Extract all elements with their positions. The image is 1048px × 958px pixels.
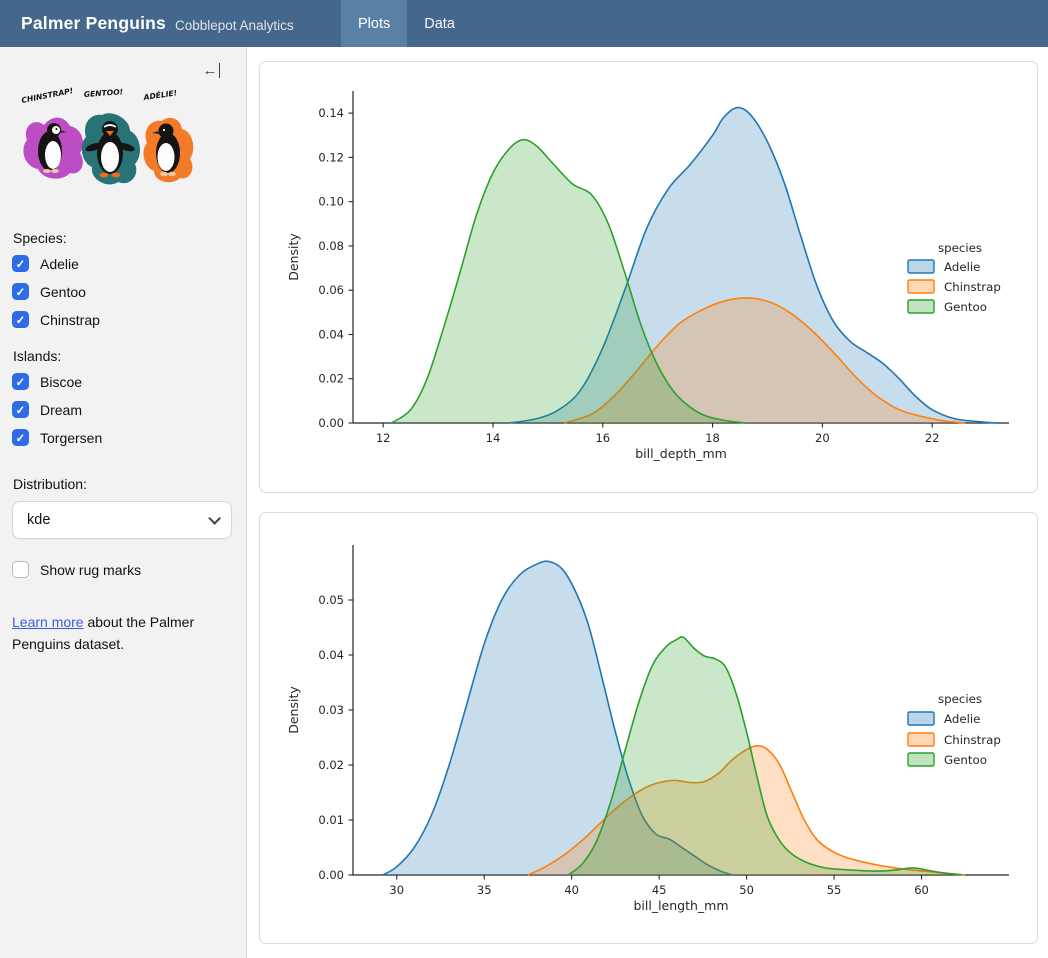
svg-text:30: 30 <box>389 883 404 897</box>
gentoo-art-label: GENTOO! <box>84 87 124 99</box>
tab-data-label: Data <box>424 16 455 32</box>
main-content: 0.00 0.02 0.04 0.06 0.08 0.10 0.12 0.14 12 14 16 18… <box>247 47 1048 958</box>
svg-text:22: 22 <box>925 431 940 445</box>
tab-data[interactable]: Data <box>407 0 472 47</box>
checkbox-label: Biscoe <box>40 374 82 390</box>
svg-text:50: 50 <box>739 883 754 897</box>
distribution-section-label: Distribution: <box>13 476 234 492</box>
checkbox-label: Adelie <box>40 256 79 272</box>
svg-text:Gentoo: Gentoo <box>944 300 987 314</box>
tab-plots[interactable]: Plots <box>341 0 407 47</box>
bill-depth-density-plot: 0.00 0.02 0.04 0.06 0.08 0.10 0.12 0.14 12 14 16 18… <box>260 62 1039 494</box>
collapse-arrow-icon: ← <box>203 63 218 78</box>
checkbox-island-dream[interactable]: Dream <box>12 401 234 418</box>
app-window: Palmer Penguins Cobblepot Analytics Plot… <box>0 0 1048 958</box>
svg-text:12: 12 <box>376 431 391 445</box>
svg-text:0.01: 0.01 <box>318 813 344 827</box>
checkbox-species-chinstrap[interactable]: Chinstrap <box>12 311 234 328</box>
navbar-brand: Palmer Penguins Cobblepot Analytics <box>0 0 341 47</box>
checkbox-icon[interactable] <box>12 255 29 272</box>
navbar-tabs: Plots Data <box>341 0 472 47</box>
svg-text:Chinstrap: Chinstrap <box>944 280 1001 294</box>
svg-text:Adelie: Adelie <box>944 260 980 274</box>
checkbox-island-torgersen[interactable]: Torgersen <box>12 429 234 446</box>
svg-text:35: 35 <box>477 883 492 897</box>
svg-text:0.00: 0.00 <box>318 416 344 430</box>
svg-text:species: species <box>938 692 982 706</box>
svg-text:0.02: 0.02 <box>318 758 344 772</box>
svg-text:Density: Density <box>286 233 301 281</box>
svg-text:Gentoo: Gentoo <box>944 753 987 767</box>
svg-text:0.00: 0.00 <box>318 868 344 882</box>
svg-text:0.14: 0.14 <box>318 106 344 120</box>
svg-text:0.05: 0.05 <box>318 593 344 607</box>
svg-text:0.03: 0.03 <box>318 703 344 717</box>
distribution-select[interactable]: kde <box>12 501 232 539</box>
checkbox-species-gentoo[interactable]: Gentoo <box>12 283 234 300</box>
checkbox-species-adelie[interactable]: Adelie <box>12 255 234 272</box>
svg-text:40: 40 <box>564 883 579 897</box>
checkbox-icon[interactable] <box>12 561 29 578</box>
collapse-bar-icon <box>219 63 221 78</box>
app-title: Palmer Penguins <box>21 13 166 34</box>
svg-text:bill_depth_mm: bill_depth_mm <box>635 446 727 461</box>
bill-length-plot-card: 0.00 0.01 0.02 0.03 0.04 0.05 30 35 40 45 50 55 60 bi… <box>259 512 1038 944</box>
bill-depth-plot-card: 0.00 0.02 0.04 0.06 0.08 0.10 0.12 0.14 12 14 16 18… <box>259 61 1038 493</box>
bill-length-density-plot: 0.00 0.01 0.02 0.03 0.04 0.05 30 35 40 45 50 55 60 bi… <box>260 513 1039 945</box>
svg-text:species: species <box>938 241 982 255</box>
chevron-down-icon <box>208 512 221 525</box>
svg-text:14: 14 <box>486 431 501 445</box>
adelie-art-label: ADÉLIE! <box>142 88 178 102</box>
svg-text:55: 55 <box>827 883 842 897</box>
svg-text:0.04: 0.04 <box>318 648 344 662</box>
checkbox-icon[interactable] <box>12 283 29 300</box>
checkbox-icon[interactable] <box>12 429 29 446</box>
app-subtitle: Cobblepot Analytics <box>175 15 294 33</box>
svg-text:0.02: 0.02 <box>318 372 344 386</box>
svg-text:16: 16 <box>595 431 610 445</box>
navbar: Palmer Penguins Cobblepot Analytics Plot… <box>0 0 1048 47</box>
islands-section-label: Islands: <box>13 348 234 364</box>
checkbox-icon[interactable] <box>12 311 29 328</box>
species-section-label: Species: <box>13 230 234 246</box>
checkbox-label: Dream <box>40 402 82 418</box>
tab-plots-label: Plots <box>358 16 390 32</box>
distribution-select-value: kde <box>27 512 50 528</box>
penguin-artwork-image: CHINSTRAP! GENTOO! ADÉLIE! <box>14 85 194 197</box>
svg-text:20: 20 <box>815 431 830 445</box>
svg-text:45: 45 <box>652 883 667 897</box>
checkbox-label: Torgersen <box>40 430 102 446</box>
chinstrap-art-label: CHINSTRAP! <box>21 86 74 105</box>
svg-text:60: 60 <box>914 883 929 897</box>
checkbox-label: Gentoo <box>40 284 86 300</box>
checkbox-island-biscoe[interactable]: Biscoe <box>12 373 234 390</box>
sidebar: ← <box>0 47 247 958</box>
svg-text:0.06: 0.06 <box>318 283 344 297</box>
learn-more-link[interactable]: Learn more <box>12 614 84 630</box>
sidebar-collapse-button[interactable]: ← <box>203 63 221 78</box>
checkbox-icon[interactable] <box>12 373 29 390</box>
checkbox-label: Chinstrap <box>40 312 100 328</box>
svg-text:0.12: 0.12 <box>318 150 344 164</box>
svg-text:18: 18 <box>705 431 720 445</box>
checkbox-icon[interactable] <box>12 401 29 418</box>
checkbox-label: Show rug marks <box>40 562 141 578</box>
svg-text:Density: Density <box>286 686 301 734</box>
svg-text:Adelie: Adelie <box>944 712 980 726</box>
svg-text:0.10: 0.10 <box>318 195 344 209</box>
svg-text:0.08: 0.08 <box>318 239 344 253</box>
svg-text:bill_length_mm: bill_length_mm <box>633 898 728 913</box>
checkbox-show-rug-marks[interactable]: Show rug marks <box>12 561 234 578</box>
svg-text:Chinstrap: Chinstrap <box>944 733 1001 747</box>
sidebar-footer-note: Learn more about the Palmer Penguins dat… <box>12 612 222 655</box>
svg-text:0.04: 0.04 <box>318 327 344 341</box>
